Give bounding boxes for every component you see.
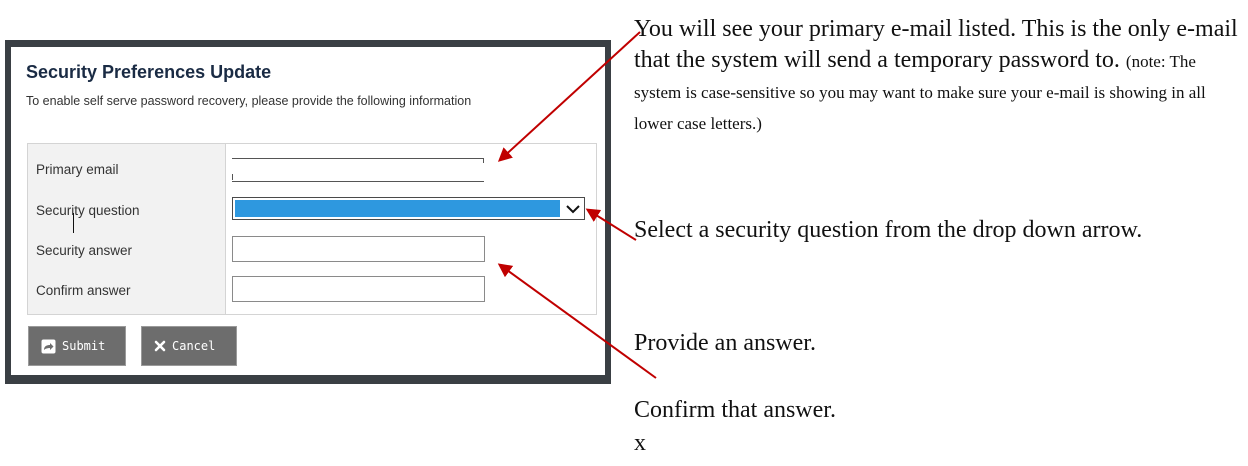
arrow-to-answer — [497, 263, 657, 379]
arrow-to-question — [585, 208, 637, 241]
arrow-to-email — [497, 31, 641, 162]
callout-arrows — [497, 31, 657, 379]
